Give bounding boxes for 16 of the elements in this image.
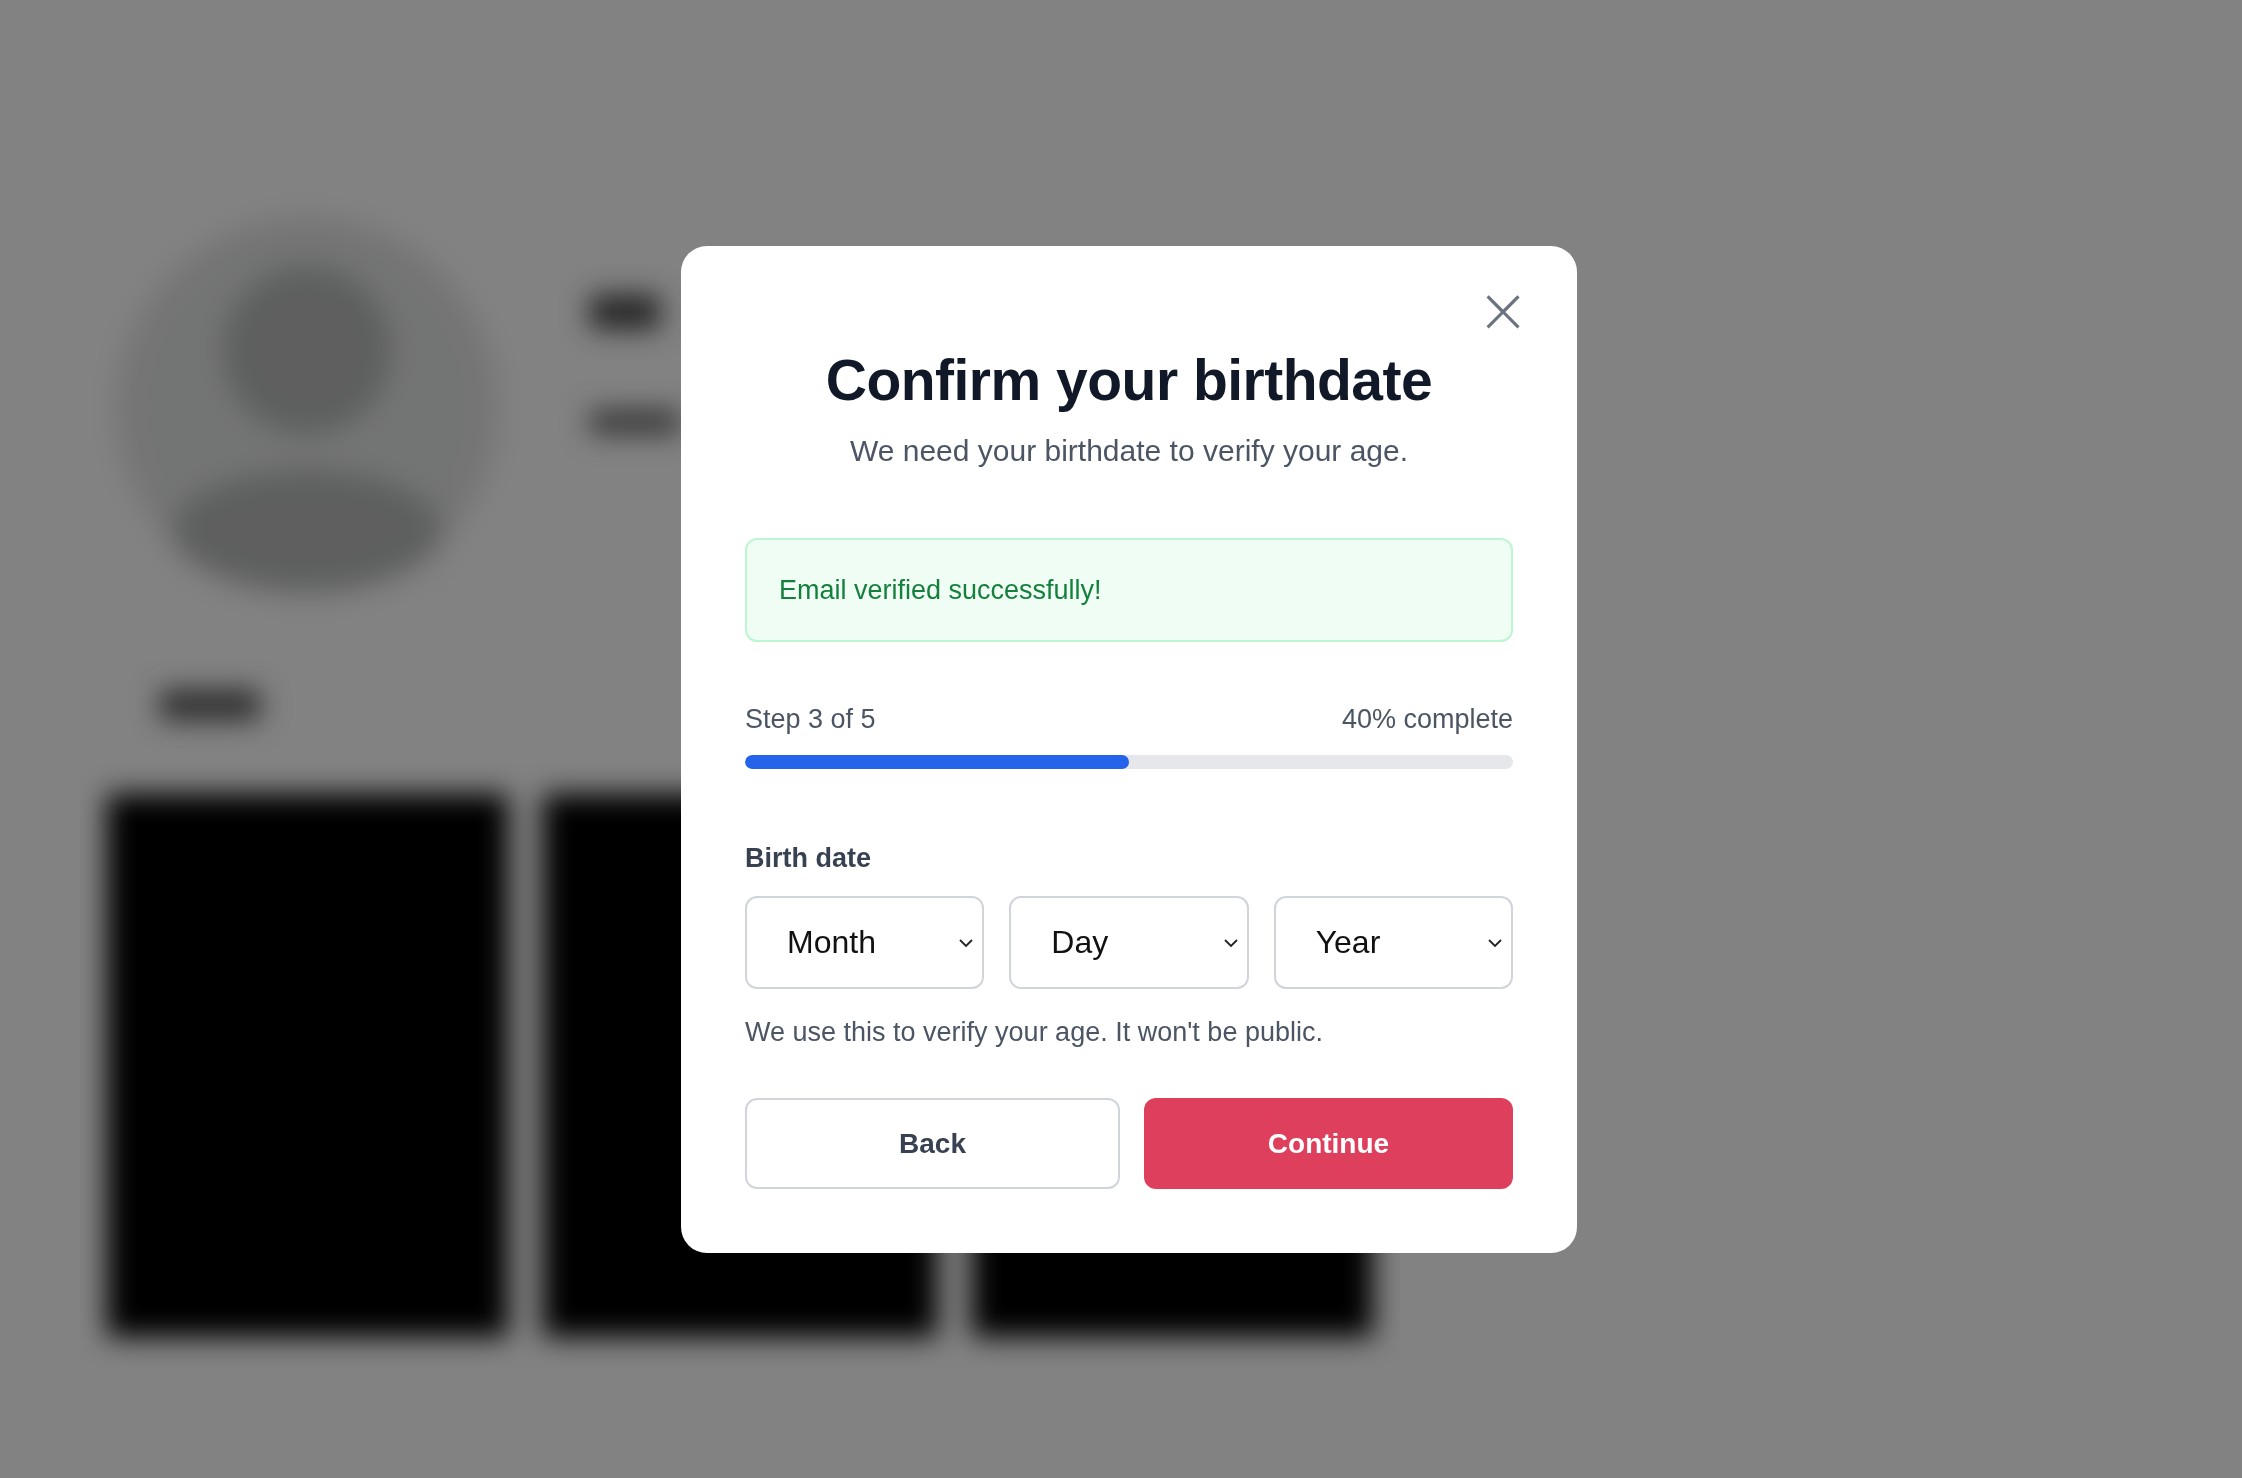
step-label: Step 3 of 5 bbox=[745, 704, 876, 735]
select-field[interactable]: Year bbox=[1273, 896, 1513, 989]
chevron-down-icon bbox=[1487, 937, 1503, 948]
back-button[interactable]: Back bbox=[745, 1098, 1120, 1189]
dialog-title: Confirm your birthdate bbox=[824, 347, 1434, 414]
chevron-down-icon bbox=[1222, 937, 1239, 948]
chevron-down-icon bbox=[958, 937, 975, 948]
help-text: We use this to verify your age. It won't be public. bbox=[745, 1017, 1324, 1048]
dialog-subtitle: We need your birthdate to verify your age. bbox=[848, 434, 1410, 468]
continue-button[interactable]: Continue bbox=[1143, 1098, 1513, 1189]
field-label: Birth date bbox=[745, 843, 872, 874]
select-field[interactable]: Month bbox=[745, 896, 985, 989]
close-button[interactable]: × bbox=[1475, 282, 1531, 338]
progress-percent: 40% complete bbox=[1341, 704, 1513, 735]
select-field[interactable]: Day bbox=[1009, 896, 1249, 989]
success-alert: Email verified successfully! bbox=[745, 538, 1513, 642]
